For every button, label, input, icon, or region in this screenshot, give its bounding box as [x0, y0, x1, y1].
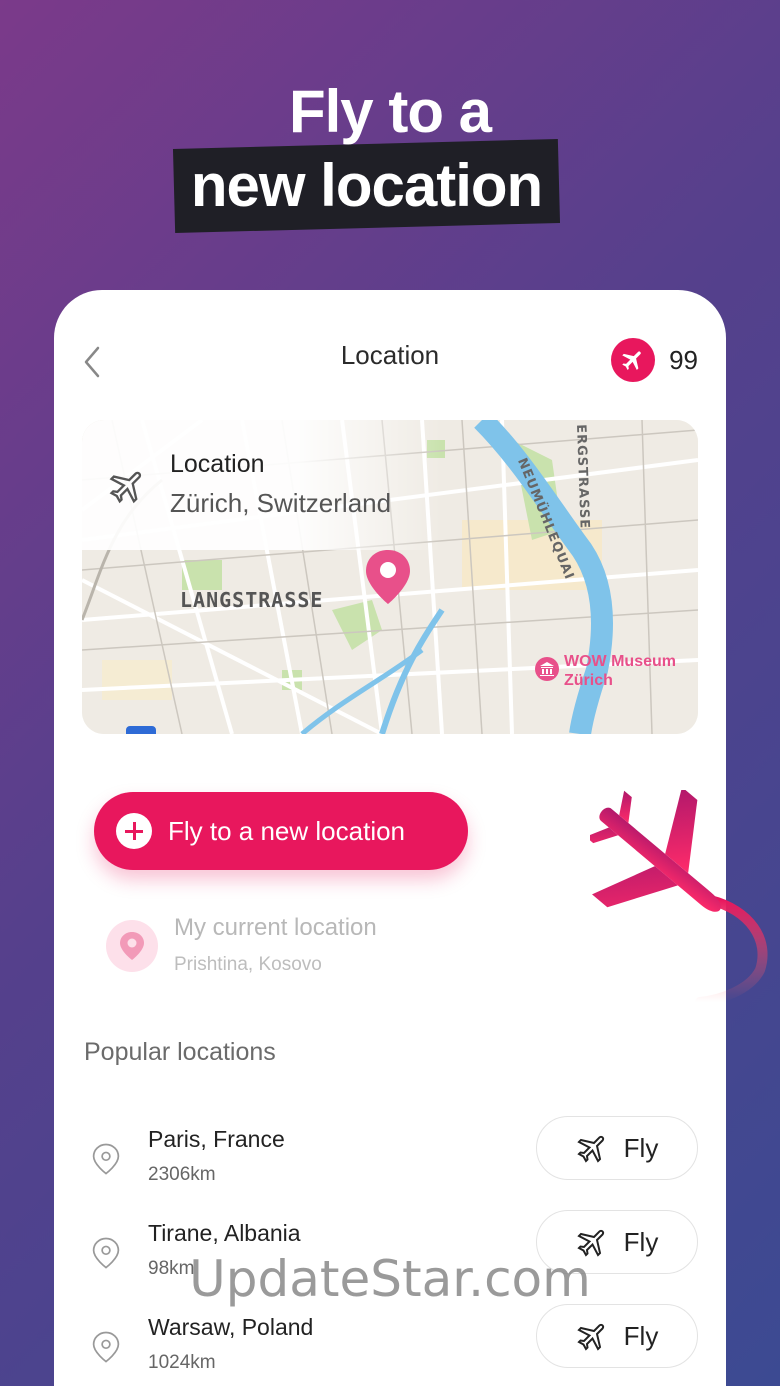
map-attribution-icon[interactable]	[126, 726, 156, 734]
fly-button-label: Fly	[623, 1320, 659, 1351]
fly-button[interactable]: Fly	[536, 1116, 698, 1180]
headline: Fly to a new location	[0, 76, 780, 234]
street-label: LANGSTRASSE	[180, 588, 324, 612]
airplane-icon	[576, 1135, 604, 1163]
headline-line1: Fly to a	[288, 78, 492, 145]
watermark: UpdateStar.com	[189, 1250, 591, 1308]
map-pin-icon	[92, 1331, 120, 1363]
poi-line1: WOW Museum	[564, 653, 676, 670]
map-location-label: Location	[170, 450, 265, 478]
airplane-icon	[622, 351, 641, 370]
headline-line2: new location	[190, 152, 543, 219]
plus-icon	[116, 813, 152, 849]
museum-icon	[535, 657, 559, 681]
current-location-icon-wrap	[106, 920, 158, 972]
poi-line2: Zürich	[564, 672, 613, 689]
top-bar: Location 99	[54, 290, 726, 430]
credits-badge	[611, 338, 656, 382]
map-pin-icon	[366, 550, 410, 604]
current-location[interactable]: My current location Prishtina, Kosovo	[106, 910, 506, 990]
list-item: Warsaw, Poland 1024km Fly	[54, 1304, 726, 1384]
credits-count: 99	[669, 344, 698, 375]
map-location-value: Zürich, Switzerland	[170, 488, 392, 518]
list-item: Paris, France 2306km Fly	[54, 1116, 726, 1196]
flight-credits[interactable]: 99	[611, 338, 698, 382]
map-pin-icon	[92, 1143, 120, 1175]
popular-locations-title: Popular locations	[84, 1038, 276, 1066]
location-distance: 2306km	[148, 1164, 216, 1185]
location-distance: 1024km	[148, 1352, 216, 1373]
location-name: Tirane, Albania	[148, 1220, 301, 1246]
fly-button-label: Fly	[623, 1132, 659, 1163]
current-location-label: My current location	[174, 914, 377, 941]
decorative-airplane-icon	[590, 790, 768, 1007]
airplane-icon	[109, 471, 142, 504]
poi-label: WOW Museum Zürich	[564, 652, 676, 690]
fly-to-new-location-button[interactable]: Fly to a new location	[94, 792, 468, 870]
location-name: Warsaw, Poland	[148, 1314, 314, 1340]
current-location-value: Prishtina, Kosovo	[174, 954, 322, 975]
location-name: Paris, France	[148, 1126, 285, 1152]
map-pin-icon	[120, 932, 144, 960]
map-view[interactable]: Location Zürich, Switzerland LANGSTRASSE…	[82, 420, 698, 734]
fly-button[interactable]: Fly	[536, 1304, 698, 1368]
airplane-icon	[576, 1323, 604, 1351]
fly-button-label: Fly to a new location	[168, 815, 406, 846]
